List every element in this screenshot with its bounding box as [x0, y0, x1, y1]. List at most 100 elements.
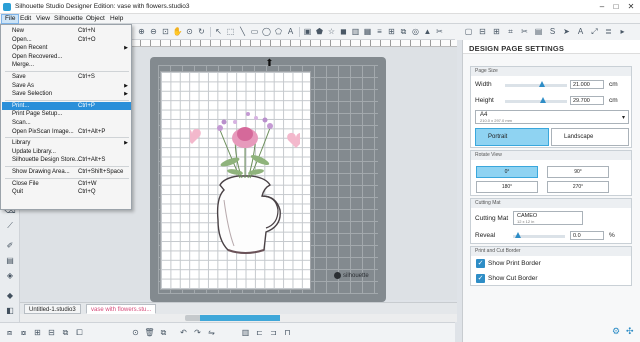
show-print-border-checkbox[interactable]: ✓: [476, 259, 485, 268]
sketch-icon[interactable]: ◧: [4, 305, 16, 317]
rotate-180-option[interactable]: 180°: [476, 181, 538, 193]
align-center-icon[interactable]: ⊐: [268, 327, 279, 338]
zoom-fit-icon[interactable]: ⊙: [184, 26, 195, 37]
send-backward-icon[interactable]: ⧠: [74, 327, 85, 338]
fill-icon[interactable]: ◼: [338, 26, 349, 37]
menu-item-library[interactable]: Library ▶: [2, 139, 131, 147]
knife-icon[interactable]: ⟋: [4, 220, 16, 232]
menu-silhouette[interactable]: Silhouette: [51, 14, 86, 24]
reveal-slider-knob[interactable]: [515, 232, 521, 238]
expand-icon[interactable]: ▸: [617, 26, 628, 37]
library-gear-icon[interactable]: ✣: [626, 326, 634, 337]
store-icon[interactable]: S: [547, 26, 558, 37]
offset-icon[interactable]: ◎: [410, 26, 421, 37]
show-cut-border-checkbox[interactable]: ✓: [476, 274, 485, 283]
send-tab-icon[interactable]: ➤: [561, 26, 572, 37]
menu-item-close-file[interactable]: Close File Ctrl+W: [2, 180, 131, 188]
weld-icon[interactable]: ⊙: [130, 327, 141, 338]
eyedropper-icon[interactable]: ◈: [4, 270, 16, 282]
menu-item-new[interactable]: New Ctrl+N: [2, 27, 131, 35]
rotate-90-option[interactable]: 90°: [547, 166, 609, 178]
align-left-icon[interactable]: ⊏: [254, 327, 265, 338]
line-style-icon[interactable]: ≡: [374, 26, 385, 37]
menu-item-save-selection[interactable]: Save Selection ▶: [2, 90, 131, 98]
grid-settings-icon[interactable]: ⊞: [491, 26, 502, 37]
menu-item-open-recent[interactable]: Open Recent ▶: [2, 44, 131, 52]
zoom-out-icon[interactable]: ⊖: [148, 26, 159, 37]
maximize-icon[interactable]: □: [611, 2, 621, 12]
pattern-icon[interactable]: ▦: [362, 26, 373, 37]
menu-view[interactable]: View: [33, 14, 53, 24]
ellipse-icon[interactable]: ◯: [261, 26, 272, 37]
rotate-270-option[interactable]: 270°: [547, 181, 609, 193]
fill-bucket-icon[interactable]: ▤: [4, 255, 16, 267]
point-edit-icon[interactable]: ⬚: [225, 26, 236, 37]
design-page-settings-icon[interactable]: ▢: [463, 26, 474, 37]
reveal-slider[interactable]: [513, 232, 565, 238]
group-bottom-icon[interactable]: ⧈: [4, 327, 15, 338]
rotate-0-option[interactable]: 0°: [476, 166, 538, 178]
gradient-icon[interactable]: ▥: [350, 26, 361, 37]
menu-item-open-recovered[interactable]: Open Recovered...: [2, 53, 131, 61]
release-compound-icon[interactable]: ⊟: [46, 327, 57, 338]
menu-item-quit[interactable]: Quit Ctrl+Q: [2, 188, 131, 196]
trash-icon[interactable]: 🗑: [144, 327, 155, 338]
transform-icon[interactable]: ⤢: [589, 26, 600, 37]
distribute-icon[interactable]: ⊓: [282, 327, 293, 338]
pan-icon[interactable]: ✋: [172, 26, 183, 37]
portrait-option[interactable]: Portrait: [475, 128, 549, 146]
menu-item-show-drawing-area[interactable]: Show Drawing Area... Ctrl+Shift+Space: [2, 168, 131, 176]
zoom-in-icon[interactable]: ⊕: [136, 26, 147, 37]
compound-path-icon[interactable]: ⊞: [32, 327, 43, 338]
ungroup-icon[interactable]: ⧇: [18, 327, 29, 338]
polygon-icon[interactable]: ⬠: [273, 26, 284, 37]
line-icon[interactable]: ╲: [237, 26, 248, 37]
landscape-option[interactable]: Landscape: [551, 128, 629, 146]
mirror-icon[interactable]: ⇋: [206, 327, 217, 338]
group-icon[interactable]: ▣: [302, 26, 313, 37]
menu-object[interactable]: Object: [83, 14, 108, 24]
shapes-icon[interactable]: ◆: [4, 290, 16, 302]
menu-edit[interactable]: Edit: [17, 14, 34, 24]
star-icon[interactable]: ☆: [326, 26, 337, 37]
library-icon[interactable]: ▤: [533, 26, 544, 37]
menu-item-update-library[interactable]: Update Library...: [2, 148, 131, 156]
menu-item-open-pixscan-image[interactable]: Open PixScan Image... Ctrl+Alt+P: [2, 128, 131, 136]
registration-marks-icon[interactable]: ⌗: [505, 26, 516, 37]
cut-settings-icon[interactable]: ✂: [519, 26, 530, 37]
vase-with-flowers-artwork[interactable]: [190, 100, 300, 260]
redo-icon[interactable]: ↷: [192, 327, 203, 338]
width-slider[interactable]: [505, 81, 567, 87]
close-icon[interactable]: ✕: [626, 2, 636, 12]
reveal-field[interactable]: 0.0: [570, 231, 604, 240]
trace-icon[interactable]: ▲: [422, 26, 433, 37]
width-slider-knob[interactable]: [539, 81, 546, 87]
menu-item-scan[interactable]: Scan...: [2, 119, 131, 127]
menu-item-merge[interactable]: Merge...: [2, 61, 131, 69]
menu-item-save[interactable]: Save Ctrl+S: [2, 73, 131, 81]
undo-icon[interactable]: ↶: [178, 327, 189, 338]
pentagon-icon[interactable]: ⬟: [314, 26, 325, 37]
tab-vase-with-flowers[interactable]: vase with flowers.stu...: [86, 304, 157, 314]
width-field[interactable]: 21.000: [570, 80, 604, 89]
height-slider[interactable]: [505, 97, 567, 103]
horizontal-scrollbar[interactable]: [20, 314, 457, 322]
settings-gear-icon[interactable]: ⚙: [612, 326, 620, 337]
brush-icon[interactable]: ✐: [4, 240, 16, 252]
menu-item-save-as[interactable]: Save As ▶: [2, 82, 131, 90]
height-field[interactable]: 29.700: [570, 96, 604, 105]
text-style-icon[interactable]: A: [575, 26, 586, 37]
redraw-icon[interactable]: ↻: [196, 26, 207, 37]
select-icon[interactable]: ↖: [213, 26, 224, 37]
replicate-icon[interactable]: ⧉: [398, 26, 409, 37]
page-setup-icon[interactable]: ⊟: [477, 26, 488, 37]
zoom-select-icon[interactable]: ⊡: [160, 26, 171, 37]
send-icon[interactable]: ✂: [434, 26, 445, 37]
text-icon[interactable]: A: [285, 26, 296, 37]
menu-help[interactable]: Help: [107, 14, 126, 24]
tab-untitled-1[interactable]: Untitled-1.studio3: [24, 304, 81, 314]
align-icon[interactable]: ⊞: [386, 26, 397, 37]
menu-item-print[interactable]: Print... Ctrl+P: [2, 101, 131, 110]
rectangle-icon[interactable]: ▭: [249, 26, 260, 37]
height-slider-knob[interactable]: [540, 97, 547, 103]
